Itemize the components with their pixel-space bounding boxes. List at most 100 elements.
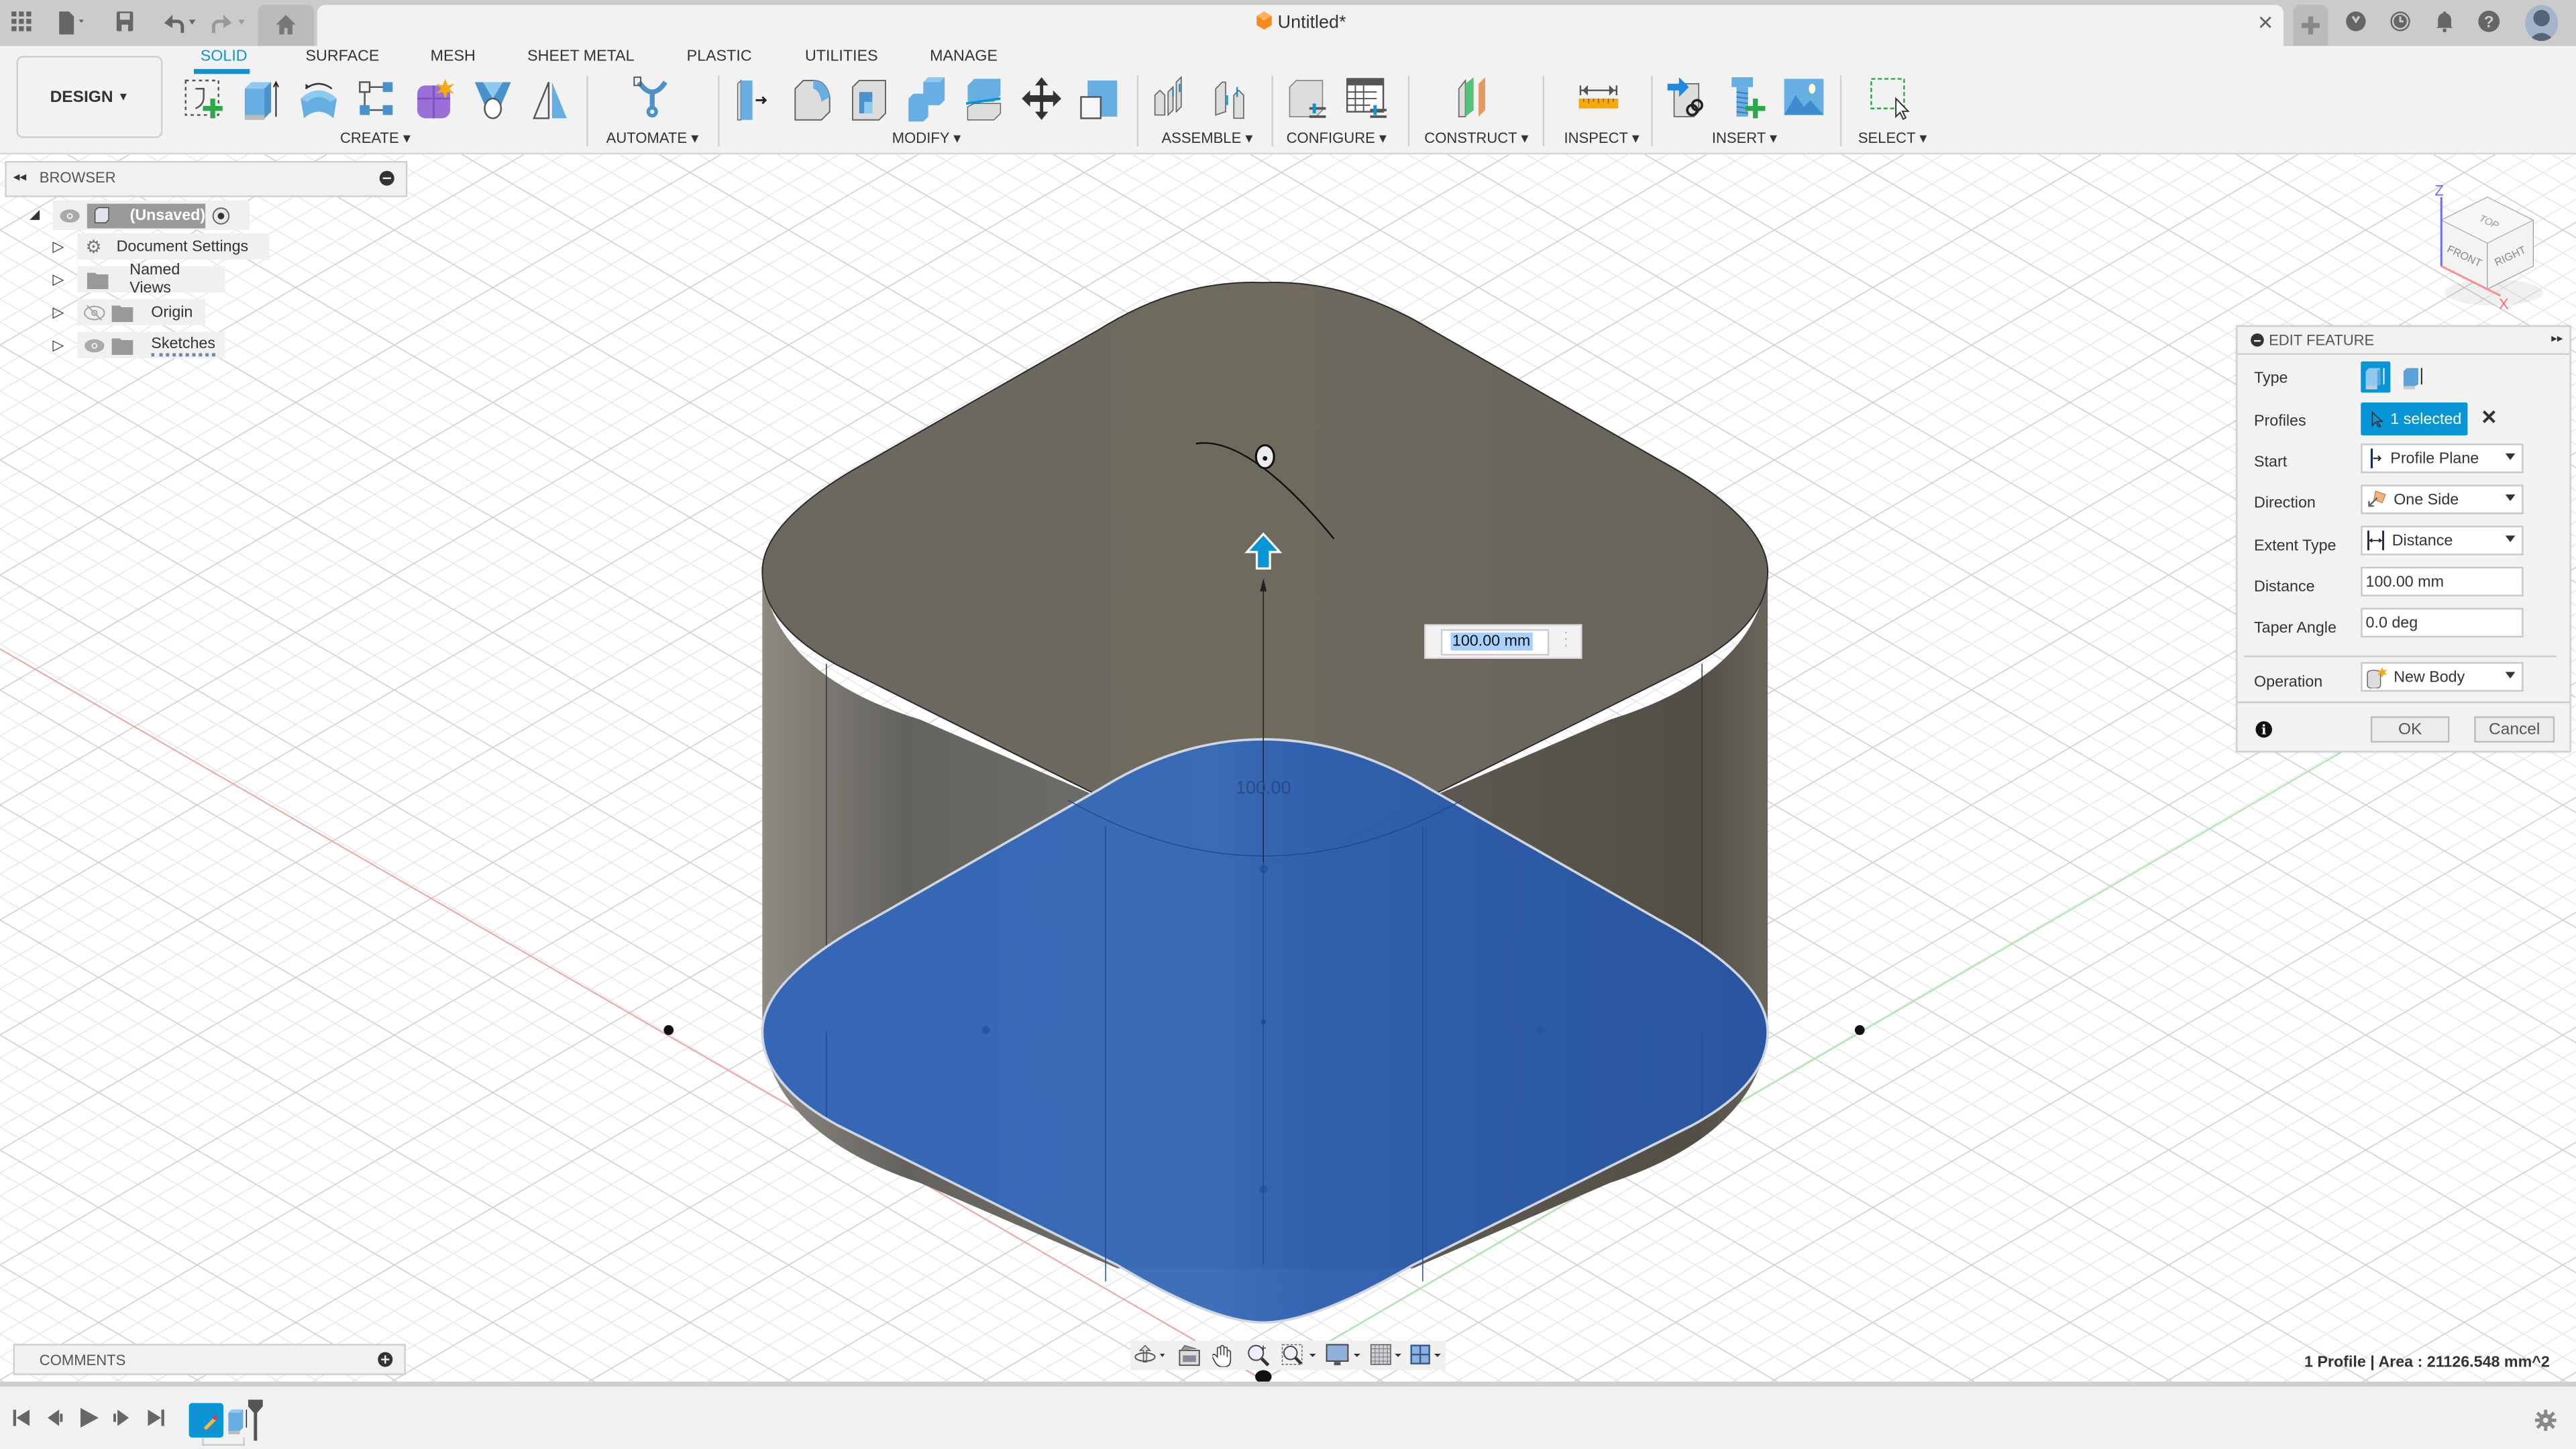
close-tab-icon[interactable]: ✕ — [2257, 11, 2274, 34]
browser-item-origin[interactable]: Origin — [77, 299, 206, 325]
insert-canvas-button[interactable] — [1782, 76, 1825, 122]
eye-hidden-icon[interactable] — [84, 305, 105, 320]
distance-input-manipulator[interactable]: 100.00 mm · · · — [1424, 624, 1582, 659]
browser-item-document-settings[interactable]: ⚙ Document Settings — [77, 233, 270, 260]
create-menu[interactable]: CREATE ▾ — [340, 129, 411, 148]
activate-radio-icon[interactable] — [212, 206, 230, 224]
expand-dialog-icon[interactable]: ▸▸ — [2551, 332, 2563, 345]
3d-viewport[interactable]: 100.00 100.00 mm · · · TOP FRONT RIGHT Z… — [0, 154, 2576, 1382]
info-icon[interactable]: i — [2255, 721, 2272, 738]
extent-type-dropdown[interactable]: Distance — [2361, 525, 2524, 555]
expand-icon[interactable]: ▷ — [52, 271, 64, 289]
assemble-menu[interactable]: ASSEMBLE ▾ — [1161, 129, 1252, 148]
browser-item-sketches[interactable]: Sketches — [77, 331, 225, 358]
split-body-button[interactable] — [963, 76, 1006, 122]
pattern-button[interactable] — [355, 76, 398, 122]
configure-model-button[interactable] — [1287, 76, 1330, 122]
eye-icon[interactable] — [59, 208, 80, 223]
create-sketch-button[interactable] — [182, 76, 225, 122]
taper-angle-handle[interactable] — [1254, 444, 1275, 470]
joint-button[interactable] — [1153, 76, 1196, 122]
combine-button[interactable] — [905, 76, 948, 122]
browser-item-named-views[interactable]: Named Views — [77, 261, 225, 297]
fit-zoom-icon[interactable] — [1281, 1344, 1321, 1366]
apps-grid-icon[interactable] — [8, 10, 34, 36]
as-built-joint-button[interactable] — [1211, 76, 1254, 122]
file-menu-icon[interactable] — [54, 10, 94, 36]
view-cube[interactable]: TOP FRONT RIGHT Z X — [2415, 180, 2563, 319]
insert-mcmaster-button[interactable] — [1725, 76, 1768, 122]
document-tab[interactable]: Untitled* ✕ — [317, 5, 2284, 46]
distance-input[interactable]: 100.00 mm — [2361, 566, 2524, 596]
first-step-icon[interactable] — [13, 1409, 30, 1426]
automated-modeling-button[interactable] — [631, 76, 674, 122]
last-step-icon[interactable] — [148, 1409, 164, 1426]
canvas-scene[interactable]: 100.00 — [0, 154, 2576, 1382]
timeline-settings-gear-icon[interactable] — [2534, 1409, 2557, 1432]
grid-settings-icon[interactable] — [1370, 1344, 1406, 1366]
construct-menu[interactable]: CONSTRUCT ▾ — [1424, 129, 1528, 148]
collapse-panel-icon[interactable]: ◂◂ — [13, 169, 27, 184]
press-pull-button[interactable] — [733, 76, 775, 122]
timeline-extrude-item[interactable] — [227, 1406, 250, 1436]
orbit-icon[interactable] — [1134, 1344, 1170, 1366]
job-status-icon[interactable] — [2387, 10, 2413, 36]
start-dropdown[interactable]: Profile Plane — [2361, 443, 2524, 474]
extrude-button[interactable] — [240, 76, 283, 122]
pan-hand-icon[interactable] — [1212, 1344, 1235, 1367]
home-tab[interactable] — [258, 5, 314, 46]
tab-mesh[interactable]: MESH — [431, 48, 476, 66]
select-button[interactable] — [1868, 76, 1911, 122]
ok-button[interactable]: OK — [2370, 716, 2450, 743]
taper-angle-input[interactable]: 0.0 deg — [2361, 608, 2524, 638]
eye-icon[interactable] — [84, 337, 105, 352]
create-form-button[interactable] — [413, 76, 455, 122]
distance-input-value[interactable]: 100.00 mm — [1450, 632, 1532, 651]
look-at-icon[interactable] — [1178, 1344, 1201, 1366]
undo-icon[interactable] — [158, 10, 201, 36]
modify-menu[interactable]: MODIFY ▾ — [892, 129, 961, 148]
notifications-icon[interactable] — [2432, 10, 2458, 36]
redo-icon[interactable] — [209, 10, 252, 36]
insert-derive-button[interactable] — [1666, 76, 1709, 122]
minimize-panel-icon[interactable] — [379, 170, 394, 186]
expand-icon[interactable]: ▷ — [52, 304, 64, 322]
direction-dropdown[interactable]: One Side — [2361, 484, 2524, 515]
save-icon[interactable] — [112, 10, 138, 36]
expand-icon[interactable]: ▷ — [52, 238, 64, 256]
tab-surface[interactable]: SURFACE — [306, 48, 380, 66]
configure-menu[interactable]: CONFIGURE ▾ — [1287, 129, 1387, 148]
inspect-menu[interactable]: INSPECT ▾ — [1564, 129, 1639, 148]
tab-plastic[interactable]: PLASTIC — [687, 48, 752, 66]
offset-plane-button[interactable] — [1454, 76, 1497, 122]
add-comment-icon[interactable] — [378, 1352, 393, 1367]
previous-step-icon[interactable] — [48, 1409, 64, 1426]
help-icon[interactable]: ? — [2476, 10, 2502, 36]
viewports-icon[interactable] — [1409, 1344, 1446, 1366]
select-menu[interactable]: SELECT ▾ — [1858, 129, 1927, 148]
revolve-button[interactable] — [297, 76, 340, 122]
scale-button[interactable] — [1078, 76, 1121, 122]
type-solid-button[interactable] — [2361, 361, 2391, 393]
workspace-switcher[interactable]: DESIGN ▼ — [16, 56, 163, 138]
next-step-icon[interactable] — [113, 1409, 129, 1426]
root-component-label[interactable]: (Unsaved) — [87, 203, 206, 228]
mirror-button[interactable] — [529, 76, 572, 122]
tab-utilities[interactable]: UTILITIES — [805, 48, 878, 66]
extensions-icon[interactable] — [2343, 10, 2369, 36]
fillet-button[interactable] — [790, 76, 833, 122]
more-options-icon[interactable]: · · · — [1564, 628, 1568, 653]
timeline-sketch-item[interactable] — [189, 1403, 224, 1438]
move-copy-button[interactable] — [1020, 76, 1063, 122]
cancel-button[interactable]: Cancel — [2474, 716, 2555, 743]
operation-dropdown[interactable]: New Body — [2361, 661, 2524, 692]
automate-menu[interactable]: AUTOMATE ▾ — [606, 129, 699, 148]
tab-sheet-metal[interactable]: SHEET METAL — [527, 48, 634, 66]
tab-manage[interactable]: MANAGE — [930, 48, 998, 66]
display-settings-icon[interactable] — [1326, 1344, 1365, 1366]
type-thin-button[interactable] — [2399, 362, 2428, 393]
user-avatar[interactable] — [2525, 5, 2559, 42]
play-icon[interactable] — [80, 1407, 99, 1428]
hole-button[interactable] — [472, 76, 515, 122]
expand-icon[interactable]: ▷ — [52, 337, 64, 355]
